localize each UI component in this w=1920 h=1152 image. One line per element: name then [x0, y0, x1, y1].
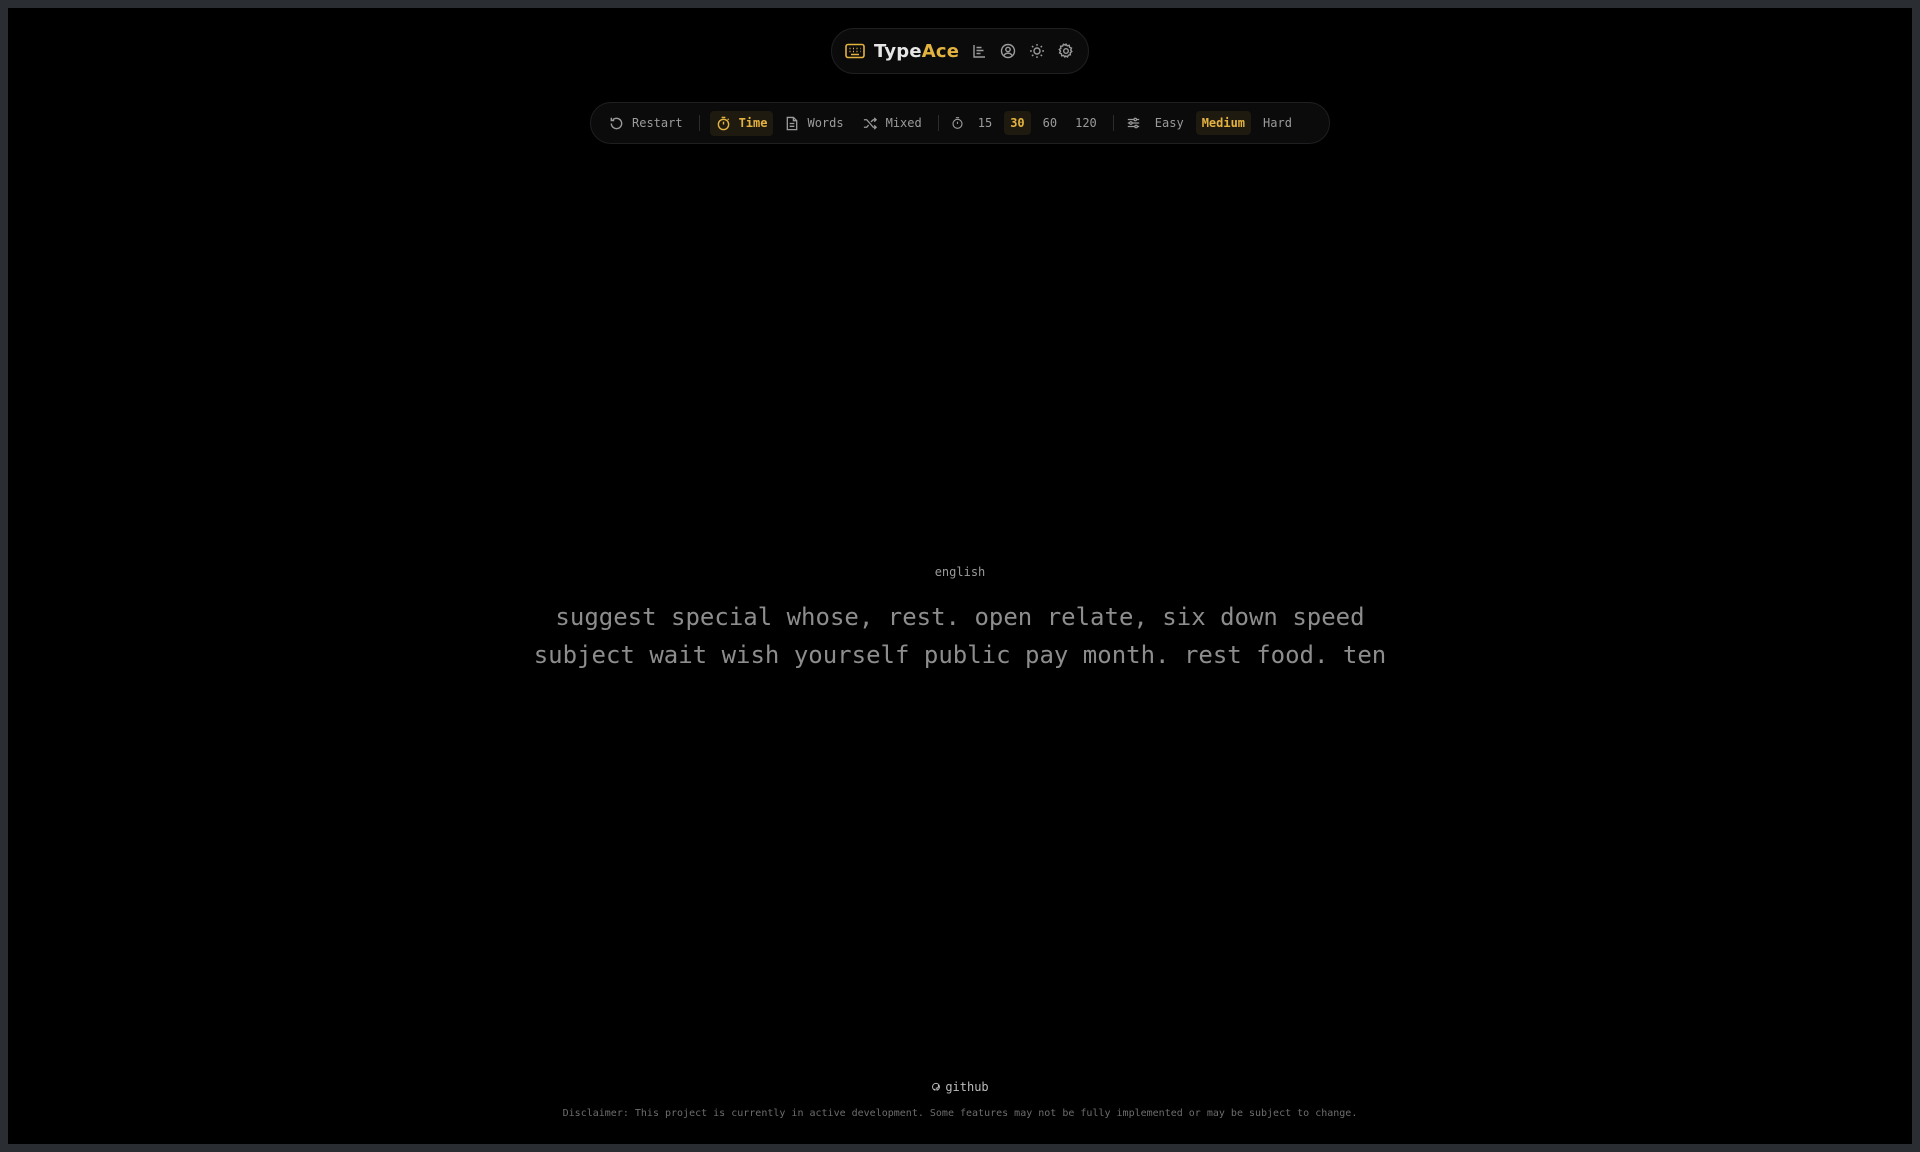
header-bar: TypeAce — [831, 28, 1089, 74]
theme-sun-icon[interactable] — [1028, 38, 1047, 64]
mode-time-label: Time — [738, 116, 768, 130]
disclaimer-text: Disclaimer: This project is currently in… — [562, 1108, 1358, 1119]
words-line-2: subject wait wish yourself public pay mo… — [533, 641, 1387, 669]
mode-mixed-button[interactable]: Mixed — [856, 111, 928, 136]
restart-icon — [609, 116, 624, 131]
github-link[interactable]: github — [8, 1080, 1912, 1094]
shuffle-icon — [862, 116, 878, 131]
restart-button[interactable]: Restart — [603, 111, 689, 136]
keyboard-icon — [844, 40, 866, 62]
stopwatch-icon — [716, 116, 731, 131]
language-selector[interactable]: english — [8, 565, 1912, 579]
github-icon — [931, 1082, 941, 1093]
toolbar-divider — [1112, 115, 1114, 131]
document-icon — [785, 116, 799, 131]
restart-label: Restart — [632, 116, 683, 130]
toolbar-divider — [698, 115, 700, 131]
brand-name: TypeAce — [874, 40, 960, 62]
difficulty-hard[interactable]: Hard — [1257, 111, 1298, 135]
settings-gear-icon[interactable] — [1057, 38, 1076, 64]
duration-option-30[interactable]: 30 — [1004, 111, 1031, 135]
test-config-toolbar: Restart Time Words Mixed 15 30 60 120 Ea… — [590, 102, 1330, 144]
duration-option-120[interactable]: 120 — [1069, 111, 1103, 135]
github-label: github — [945, 1080, 989, 1094]
account-icon[interactable] — [998, 38, 1017, 64]
mode-time-button[interactable]: Time — [709, 110, 774, 136]
typing-words[interactable]: suggest special whose, rest. open relate… — [8, 598, 1912, 674]
difficulty-easy[interactable]: Easy — [1149, 111, 1190, 135]
mode-mixed-label: Mixed — [885, 116, 922, 130]
sliders-icon — [1124, 116, 1143, 130]
leaderboard-icon[interactable] — [969, 38, 988, 64]
words-line-1: suggest special whose, rest. open relate… — [555, 603, 1365, 631]
mode-words-button[interactable]: Words — [779, 111, 849, 136]
duration-option-60[interactable]: 60 — [1037, 111, 1063, 135]
duration-option-15[interactable]: 15 — [972, 111, 998, 135]
timer-icon — [949, 116, 966, 130]
toolbar-divider — [937, 115, 939, 131]
mode-words-label: Words — [807, 116, 844, 130]
app-window: TypeAce Restart Time Words Mixed 15 30 6… — [8, 8, 1912, 1144]
difficulty-medium[interactable]: Medium — [1195, 111, 1252, 135]
brand[interactable]: TypeAce — [844, 29, 959, 73]
